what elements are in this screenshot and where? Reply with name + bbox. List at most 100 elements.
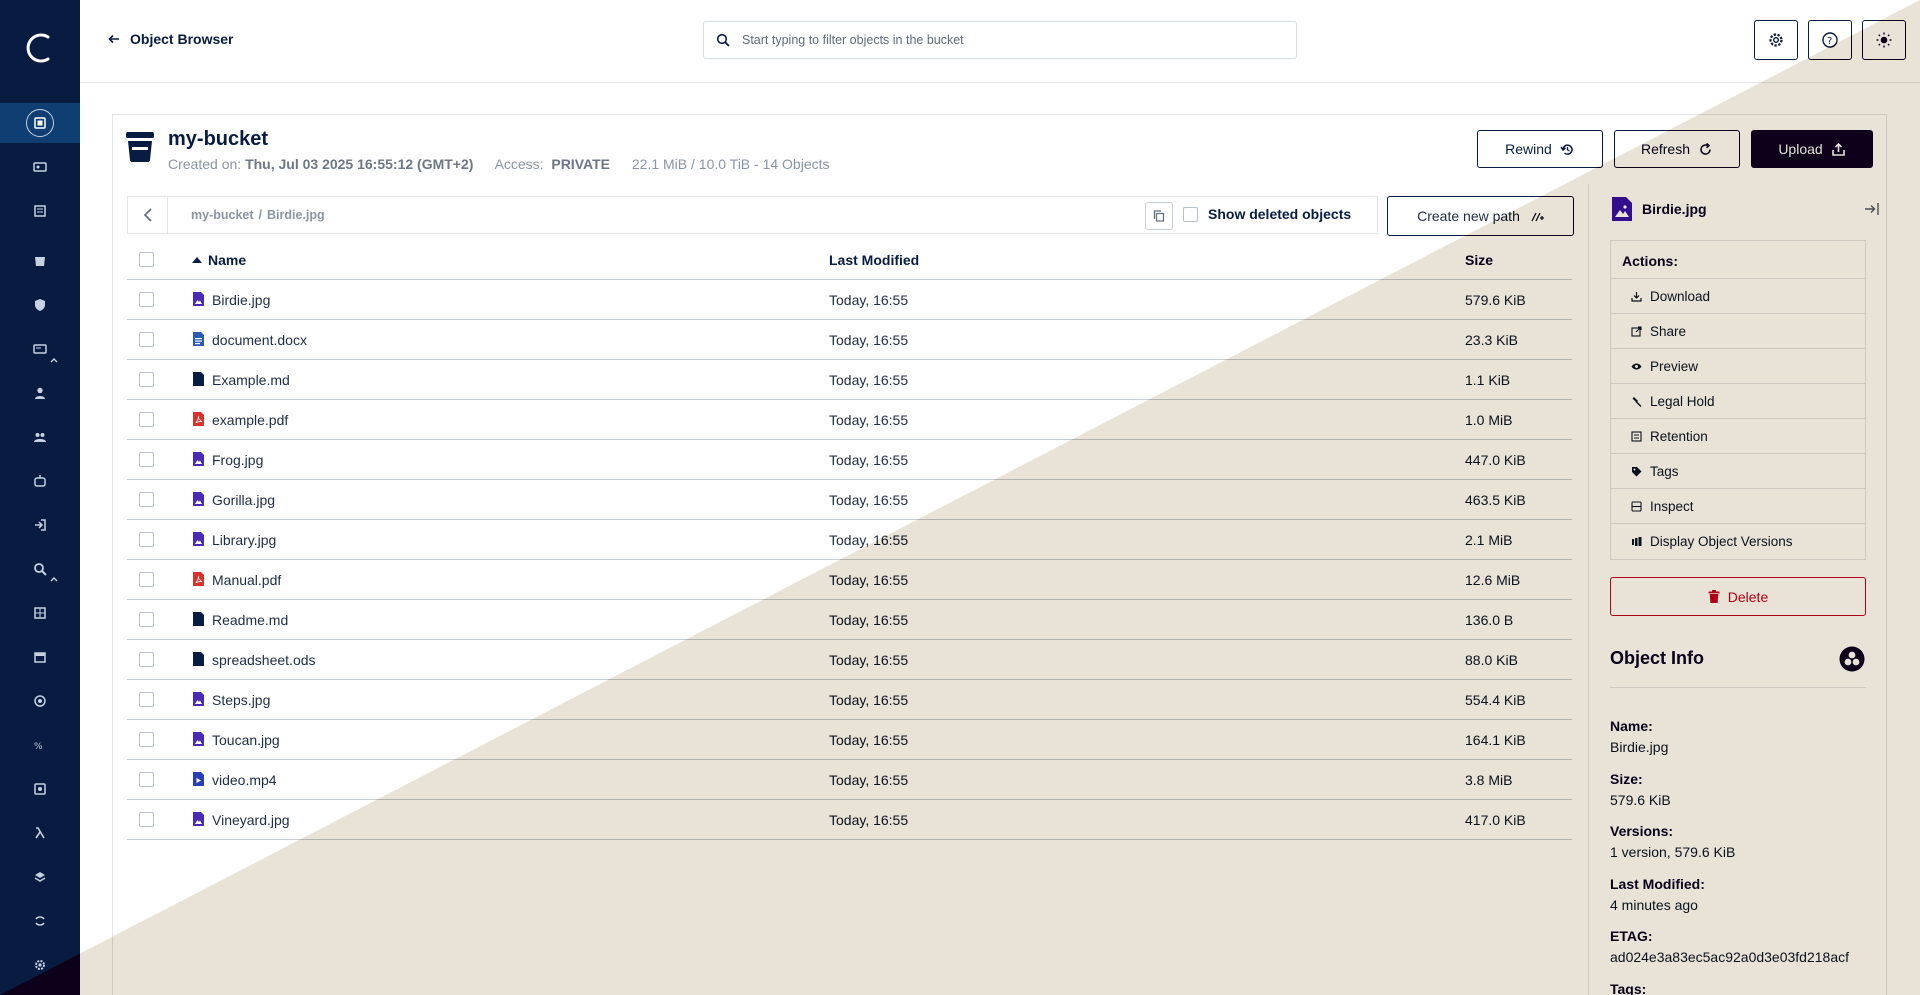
info-key: ETAG: (1610, 928, 1653, 944)
row-checkbox[interactable] (139, 692, 154, 707)
row-name[interactable]: Vineyard.jpg (212, 812, 290, 828)
action-retention[interactable]: Retention (1611, 419, 1865, 454)
row-name[interactable]: Toucan.jpg (212, 732, 280, 748)
crumb-back-button[interactable] (128, 197, 168, 233)
sidebar-item-monitoring[interactable] (0, 461, 80, 501)
sidebar-item-kms[interactable] (0, 769, 80, 809)
row-name[interactable]: Gorilla.jpg (212, 492, 275, 508)
breadcrumb-separator: / (258, 208, 263, 222)
breadcrumb-bucket[interactable]: my-bucket (191, 208, 254, 222)
column-size[interactable]: Size (1465, 252, 1493, 268)
sidebar-item-access-keys[interactable] (0, 147, 80, 187)
upload-button[interactable]: Upload (1751, 130, 1873, 168)
action-preview[interactable]: Preview (1611, 349, 1865, 384)
row-checkbox[interactable] (139, 772, 154, 787)
action-display-object-versions[interactable]: Display Object Versions (1611, 524, 1865, 559)
metadata-icon[interactable] (1839, 646, 1865, 672)
show-deleted-toggle[interactable]: Show deleted objects (1183, 206, 1351, 222)
search-box[interactable] (703, 21, 1297, 59)
delete-button[interactable]: Delete (1610, 577, 1866, 616)
search-input[interactable] (742, 33, 1262, 47)
row-checkbox[interactable] (139, 412, 154, 427)
copy-path-button[interactable] (1145, 202, 1173, 230)
search-icon (716, 33, 730, 47)
row-checkbox[interactable] (139, 492, 154, 507)
table-row[interactable]: Toucan.jpg Today, 16:55 164.1 KiB (127, 720, 1572, 760)
column-last-modified[interactable]: Last Modified (829, 252, 919, 268)
table-row[interactable]: Birdie.jpg Today, 16:55 579.6 KiB (127, 280, 1572, 320)
row-checkbox[interactable] (139, 652, 154, 667)
table-row[interactable]: Readme.md Today, 16:55 136.0 B (127, 600, 1572, 640)
table-row[interactable]: video.mp4 Today, 16:55 3.8 MiB (127, 760, 1572, 800)
sidebar-item-settings[interactable] (0, 945, 80, 985)
sidebar-item-tiers[interactable] (0, 681, 80, 721)
action-download[interactable]: Download (1611, 279, 1865, 314)
row-name[interactable]: example.pdf (212, 412, 288, 428)
action-share[interactable]: Share (1611, 314, 1865, 349)
row-name[interactable]: document.docx (212, 332, 307, 348)
sidebar-item-object-browser[interactable] (0, 103, 80, 143)
select-all-checkbox[interactable] (139, 252, 154, 267)
row-checkbox[interactable] (139, 612, 154, 627)
table-row[interactable]: Library.jpg Today, 16:55 2.1 MiB (127, 520, 1572, 560)
row-checkbox[interactable] (139, 292, 154, 307)
settings-button[interactable] (1754, 20, 1798, 60)
action-legal-hold[interactable]: Legal Hold (1611, 384, 1865, 419)
sidebar-item-buckets[interactable] (0, 241, 80, 281)
sidebar-item-sync[interactable] (0, 901, 80, 941)
column-name[interactable]: Name (192, 252, 246, 268)
row-name[interactable]: Birdie.jpg (212, 292, 270, 308)
sidebar-item-users[interactable] (0, 373, 80, 413)
row-name[interactable]: video.mp4 (212, 772, 277, 788)
row-checkbox[interactable] (139, 372, 154, 387)
sidebar-item-dashboard[interactable] (0, 593, 80, 633)
table-row[interactable]: Manual.pdf Today, 16:55 12.6 MiB (127, 560, 1572, 600)
row-name[interactable]: Steps.jpg (212, 692, 270, 708)
table-row[interactable]: Vineyard.jpg Today, 16:55 417.0 KiB (127, 800, 1572, 840)
bucket-usage: 22.1 MiB / 10.0 TiB - 14 Objects (631, 156, 830, 172)
sidebar-item-policies[interactable] (0, 285, 80, 325)
row-name[interactable]: Frog.jpg (212, 452, 263, 468)
row-checkbox[interactable] (139, 732, 154, 747)
table-row[interactable]: example.pdf Today, 16:55 1.0 MiB (127, 400, 1572, 440)
row-name[interactable]: Readme.md (212, 612, 288, 628)
sidebar-item-replication[interactable]: % (0, 725, 80, 765)
table-row[interactable]: document.docx Today, 16:55 23.3 KiB (127, 320, 1572, 360)
row-checkbox[interactable] (139, 812, 154, 827)
sidebar-item-events[interactable] (0, 637, 80, 677)
sidebar-item-lambda[interactable] (0, 813, 80, 853)
chevron-up-icon[interactable] (50, 356, 58, 364)
sidebar-item-layers[interactable] (0, 857, 80, 897)
show-deleted-checkbox[interactable] (1183, 206, 1198, 222)
row-name[interactable]: spreadsheet.ods (212, 652, 316, 668)
row-checkbox[interactable] (139, 332, 154, 347)
breadcrumb-object[interactable]: Birdie.jpg (267, 208, 325, 222)
refresh-button[interactable]: Refresh (1614, 130, 1740, 168)
row-name[interactable]: Example.md (212, 372, 290, 388)
sidebar-item-groups[interactable] (0, 417, 80, 457)
sidebar-item-identity[interactable] (0, 329, 80, 369)
logo-icon[interactable] (20, 28, 60, 68)
row-checkbox[interactable] (139, 532, 154, 547)
sidebar-item-documentation[interactable] (0, 191, 80, 231)
table-row[interactable]: spreadsheet.ods Today, 16:55 88.0 KiB (127, 640, 1572, 680)
create-new-path-button[interactable]: Create new path (1387, 196, 1574, 236)
sidebar-item-logs[interactable] (0, 549, 80, 589)
row-checkbox[interactable] (139, 572, 154, 587)
row-name[interactable]: Manual.pdf (212, 572, 281, 588)
table-row[interactable]: Gorilla.jpg Today, 16:55 463.5 KiB (127, 480, 1572, 520)
table-row[interactable]: Steps.jpg Today, 16:55 554.4 KiB (127, 680, 1572, 720)
chevron-up-icon[interactable] (50, 575, 58, 583)
action-inspect[interactable]: Inspect (1611, 489, 1865, 524)
sidebar-item-login[interactable] (0, 505, 80, 545)
help-button[interactable]: ? (1808, 20, 1852, 60)
row-checkbox[interactable] (139, 452, 154, 467)
table-row[interactable]: Frog.jpg Today, 16:55 447.0 KiB (127, 440, 1572, 480)
back-link[interactable]: Object Browser (108, 31, 233, 47)
row-name[interactable]: Library.jpg (212, 532, 276, 548)
action-tags[interactable]: Tags (1611, 454, 1865, 489)
collapse-panel-icon[interactable] (1864, 202, 1880, 216)
rewind-button[interactable]: Rewind (1477, 130, 1603, 168)
table-row[interactable]: Example.md Today, 16:55 1.1 KiB (127, 360, 1572, 400)
theme-toggle-button[interactable] (1862, 20, 1906, 60)
